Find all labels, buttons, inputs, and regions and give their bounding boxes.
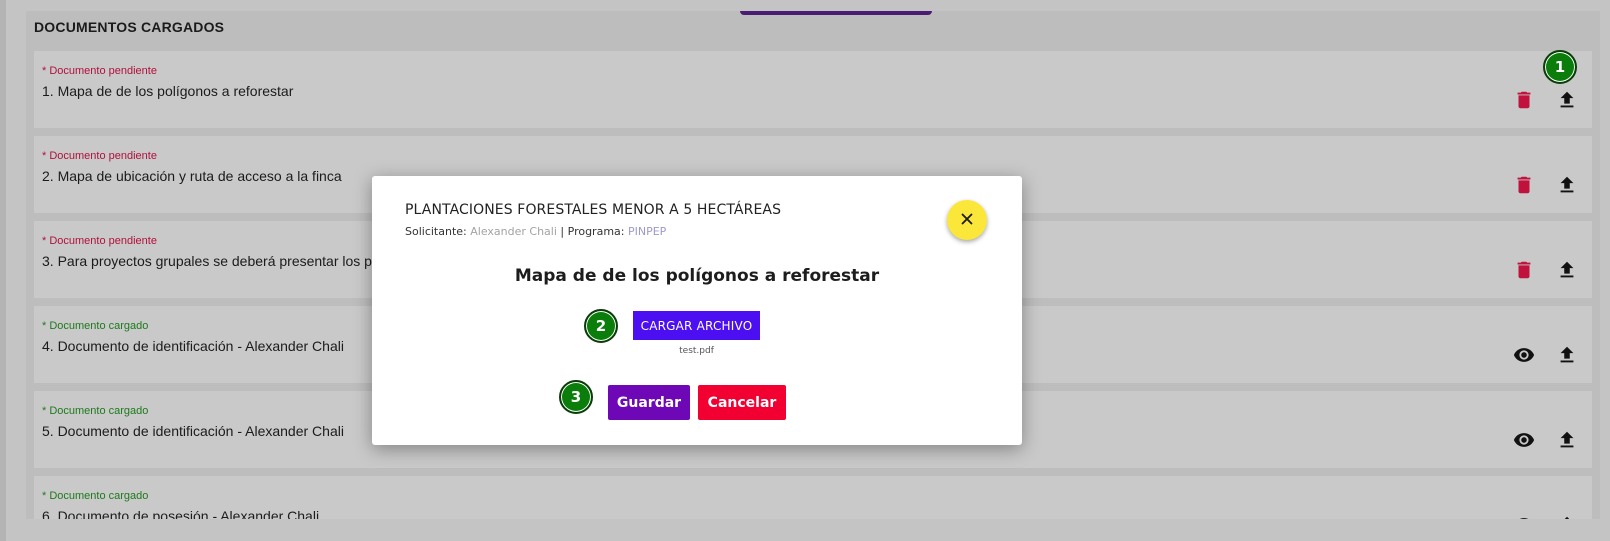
program-name: PINPEP	[627, 225, 667, 238]
upload-file-button[interactable]: CARGAR ARCHIVO	[633, 311, 760, 340]
upload-icon[interactable]	[1556, 174, 1578, 196]
document-name: 6. Documento de posesión - Alexander Cha…	[42, 508, 320, 519]
upload-icon[interactable]	[1556, 259, 1578, 281]
step-badge-3: 3	[559, 380, 593, 414]
eye-icon[interactable]	[1513, 344, 1535, 366]
cancel-button[interactable]: Cancelar	[698, 385, 786, 420]
document-status: * Documento pendiente	[42, 65, 157, 77]
upload-modal: PLANTACIONES FORESTALES MENOR A 5 HECTÁR…	[372, 176, 1022, 445]
program-label: Programa:	[567, 225, 625, 238]
upload-icon[interactable]	[1556, 429, 1578, 451]
eye-icon[interactable]	[1513, 429, 1535, 451]
modal-title: PLANTACIONES FORESTALES MENOR A 5 HECTÁR…	[405, 202, 782, 218]
modal-document-title: Mapa de de los polígonos a reforestar	[514, 266, 880, 286]
document-name: 4. Documento de identificación - Alexand…	[42, 338, 344, 354]
document-name: 2. Mapa de ubicación y ruta de acceso a …	[42, 168, 342, 184]
document-name: 3. Para proyectos grupales se deberá pre…	[42, 253, 380, 269]
subtitle-separator: |	[560, 225, 565, 238]
trash-icon[interactable]	[1513, 174, 1535, 196]
step-badge-1: 1	[1543, 50, 1577, 84]
trash-icon[interactable]	[1513, 89, 1535, 111]
upload-icon[interactable]	[1556, 344, 1578, 366]
document-name: 5. Documento de identificación - Alexand…	[42, 423, 344, 439]
document-status: * Documento pendiente	[42, 150, 157, 162]
page-left-edge	[0, 0, 6, 541]
applicant-label: Solicitante:	[405, 225, 467, 238]
step-badge-2: 2	[584, 309, 618, 343]
trash-icon[interactable]	[1513, 259, 1535, 281]
document-card-6: * Documento cargado 6. Documento de pose…	[34, 476, 1592, 519]
selected-file-name: test.pdf	[679, 346, 714, 356]
close-button[interactable]	[947, 200, 987, 240]
eye-icon[interactable]	[1513, 514, 1535, 519]
document-status: * Documento cargado	[42, 405, 149, 417]
document-status: * Documento cargado	[42, 490, 149, 502]
document-card-1: * Documento pendiente 1. Mapa de de los …	[34, 51, 1592, 128]
save-button[interactable]: Guardar	[608, 385, 690, 420]
document-status: * Documento pendiente	[42, 235, 157, 247]
top-action-button[interactable]	[740, 11, 932, 15]
document-name: 1. Mapa de de los polígonos a reforestar	[42, 83, 294, 99]
upload-icon[interactable]	[1556, 89, 1578, 111]
upload-icon[interactable]	[1556, 514, 1578, 519]
section-title: DOCUMENTOS CARGADOS	[34, 19, 225, 35]
modal-subtitle: Solicitante: Alexander Chali | Programa:…	[405, 225, 666, 238]
applicant-name: Alexander Chali	[470, 225, 557, 238]
document-status: * Documento cargado	[42, 320, 149, 332]
close-icon	[958, 210, 976, 231]
